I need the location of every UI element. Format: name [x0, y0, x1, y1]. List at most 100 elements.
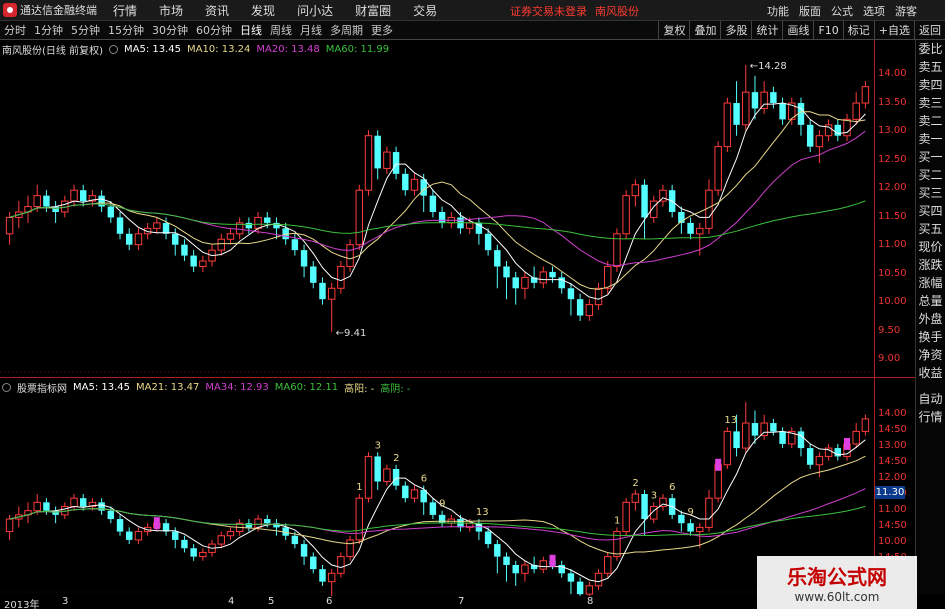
period-60min[interactable]: 60分钟: [192, 22, 236, 38]
candle-body-down: [641, 494, 648, 520]
indicator-chart[interactable]: 13269131236913: [0, 378, 875, 607]
period-monthly[interactable]: 月线: [296, 22, 326, 38]
candle-body-up: [604, 556, 612, 574]
candle-body-up: [410, 178, 419, 191]
menu-market[interactable]: 市场: [159, 2, 183, 19]
candle-body-down: [779, 431, 786, 444]
indicator-panel[interactable]: 股票指标网 MA5: 13.45 MA21: 13.47 MA34: 12.93…: [0, 377, 875, 607]
settings-icon[interactable]: [2, 383, 11, 392]
menu-bar: 通达信金融终端 行情 市场 资讯 发现 问小达 财富圈 交易 证券交易未登录 南…: [0, 0, 945, 21]
candle-body-down: [429, 195, 437, 212]
price-tick: 10.50: [878, 267, 907, 279]
side-tab-1[interactable]: 卖五: [916, 58, 945, 76]
side-tab-15[interactable]: 外盘: [916, 310, 945, 328]
side-tab-9[interactable]: 买四: [916, 202, 945, 220]
candle-body-up: [594, 287, 603, 306]
x-tick: 8: [587, 596, 594, 607]
tool-f10[interactable]: F10: [813, 21, 842, 40]
candle-body-down: [319, 569, 326, 582]
side-tab-0[interactable]: 委比: [916, 40, 945, 58]
tool-draw[interactable]: 画线: [782, 21, 813, 40]
menu-function[interactable]: 功能: [767, 3, 789, 19]
menu-trade[interactable]: 交易: [413, 2, 437, 19]
candle-body-down: [733, 431, 740, 449]
side-tab-14[interactable]: 总量: [916, 292, 945, 310]
indicator-tick: 14:50: [878, 424, 907, 435]
side-tab-4[interactable]: 卖二: [916, 112, 945, 130]
period-toolbar: 分时 1分钟 5分钟 15分钟 30分钟 60分钟 日线 周线 月线 多周期 更…: [0, 21, 945, 40]
candle-body-down: [126, 531, 133, 540]
menu-quotes[interactable]: 行情: [113, 2, 137, 19]
candle-body-up: [327, 287, 336, 300]
candle-body-down: [116, 217, 124, 234]
menu-formula[interactable]: 公式: [831, 3, 853, 19]
side-tab-17[interactable]: 净资: [916, 346, 945, 364]
price-tick: 13.50: [878, 96, 907, 108]
menu-news[interactable]: 资讯: [205, 2, 229, 19]
side-tab-8[interactable]: 买三: [916, 184, 945, 202]
period-daily[interactable]: 日线: [236, 22, 266, 38]
side-tab-16[interactable]: 换手: [916, 328, 945, 346]
menu-ask[interactable]: 问小达: [297, 2, 333, 19]
candle-body-down: [300, 250, 308, 267]
ind-high-yin-label: 高阴: -: [380, 384, 411, 395]
candle-body-down: [503, 556, 510, 565]
side-tab-3[interactable]: 卖三: [916, 94, 945, 112]
candle-body-up: [33, 195, 41, 208]
candle-body-down: [52, 206, 59, 212]
period-1min[interactable]: 1分钟: [30, 22, 67, 38]
candle-body-up: [199, 551, 207, 558]
tool-back[interactable]: 返回: [914, 21, 945, 40]
candle-body-up: [815, 455, 824, 466]
candle-body-down: [79, 190, 87, 202]
kline-panel[interactable]: 南风股份(日线 前复权) MA5: 13.45 MA10: 13.24 MA20…: [0, 40, 875, 377]
menu-guest[interactable]: 游客: [895, 3, 917, 19]
candle-body-up: [346, 244, 354, 267]
period-weekly[interactable]: 周线: [266, 22, 296, 38]
side-tab-5[interactable]: 卖一: [916, 130, 945, 148]
period-15min[interactable]: 15分钟: [104, 22, 148, 38]
menu-wealth[interactable]: 财富圈: [355, 2, 391, 19]
kline-chart[interactable]: ←14.28 ←9.41: [0, 40, 875, 377]
candle-body-up: [539, 271, 548, 284]
tool-overlay[interactable]: 叠加: [689, 21, 720, 40]
tool-multi-stock[interactable]: 多股: [720, 21, 751, 40]
side-tab-2[interactable]: 卖四: [916, 76, 945, 94]
menu-options[interactable]: 选项: [863, 3, 885, 19]
app-title: 通达信金融终端: [20, 4, 97, 17]
candle-body-up: [631, 184, 640, 197]
period-more[interactable]: 更多: [367, 22, 397, 38]
login-status[interactable]: 证券交易未登录: [510, 3, 587, 19]
menu-discover[interactable]: 发现: [251, 2, 275, 19]
tool-stats[interactable]: 统计: [751, 21, 782, 40]
signal-bar: [549, 554, 556, 567]
tool-adjust[interactable]: 复权: [658, 21, 689, 40]
side-tab-10[interactable]: 买五: [916, 220, 945, 238]
period-30min[interactable]: 30分钟: [148, 22, 192, 38]
side-tab-11[interactable]: 现价: [916, 238, 945, 256]
ind-ma21-label: MA21: 13.47: [136, 382, 200, 393]
candle-body-down: [107, 206, 115, 218]
side-tab-12[interactable]: 涨跌: [916, 256, 945, 274]
candle-body-down: [172, 531, 179, 540]
tool-mark[interactable]: 标记: [842, 21, 874, 40]
menu-layout[interactable]: 版面: [799, 3, 821, 19]
side-tab-18[interactable]: 收益: [916, 364, 945, 382]
tool-add-watchlist[interactable]: +自选: [873, 21, 914, 40]
settings-icon[interactable]: [108, 45, 118, 54]
side-tab-7[interactable]: 买二: [916, 166, 945, 184]
side-tab-20[interactable]: 行情: [916, 408, 945, 426]
period-timeshare[interactable]: 分时: [0, 22, 30, 38]
ind-ma34-label: MA34: 12.93: [205, 382, 269, 393]
side-tab-13[interactable]: 涨幅: [916, 274, 945, 292]
side-tab-19[interactable]: 自动: [916, 390, 945, 408]
period-multi[interactable]: 多周期: [326, 22, 367, 38]
candle-body-down: [733, 103, 740, 125]
side-tab-6[interactable]: 买一: [916, 148, 945, 166]
signal-number: 3: [651, 490, 657, 501]
low-price-label: ←9.41: [336, 328, 367, 339]
candle-body-up: [153, 222, 161, 229]
candle-body-up: [383, 151, 391, 169]
signal-bar: [153, 517, 160, 530]
period-5min[interactable]: 5分钟: [67, 22, 104, 38]
